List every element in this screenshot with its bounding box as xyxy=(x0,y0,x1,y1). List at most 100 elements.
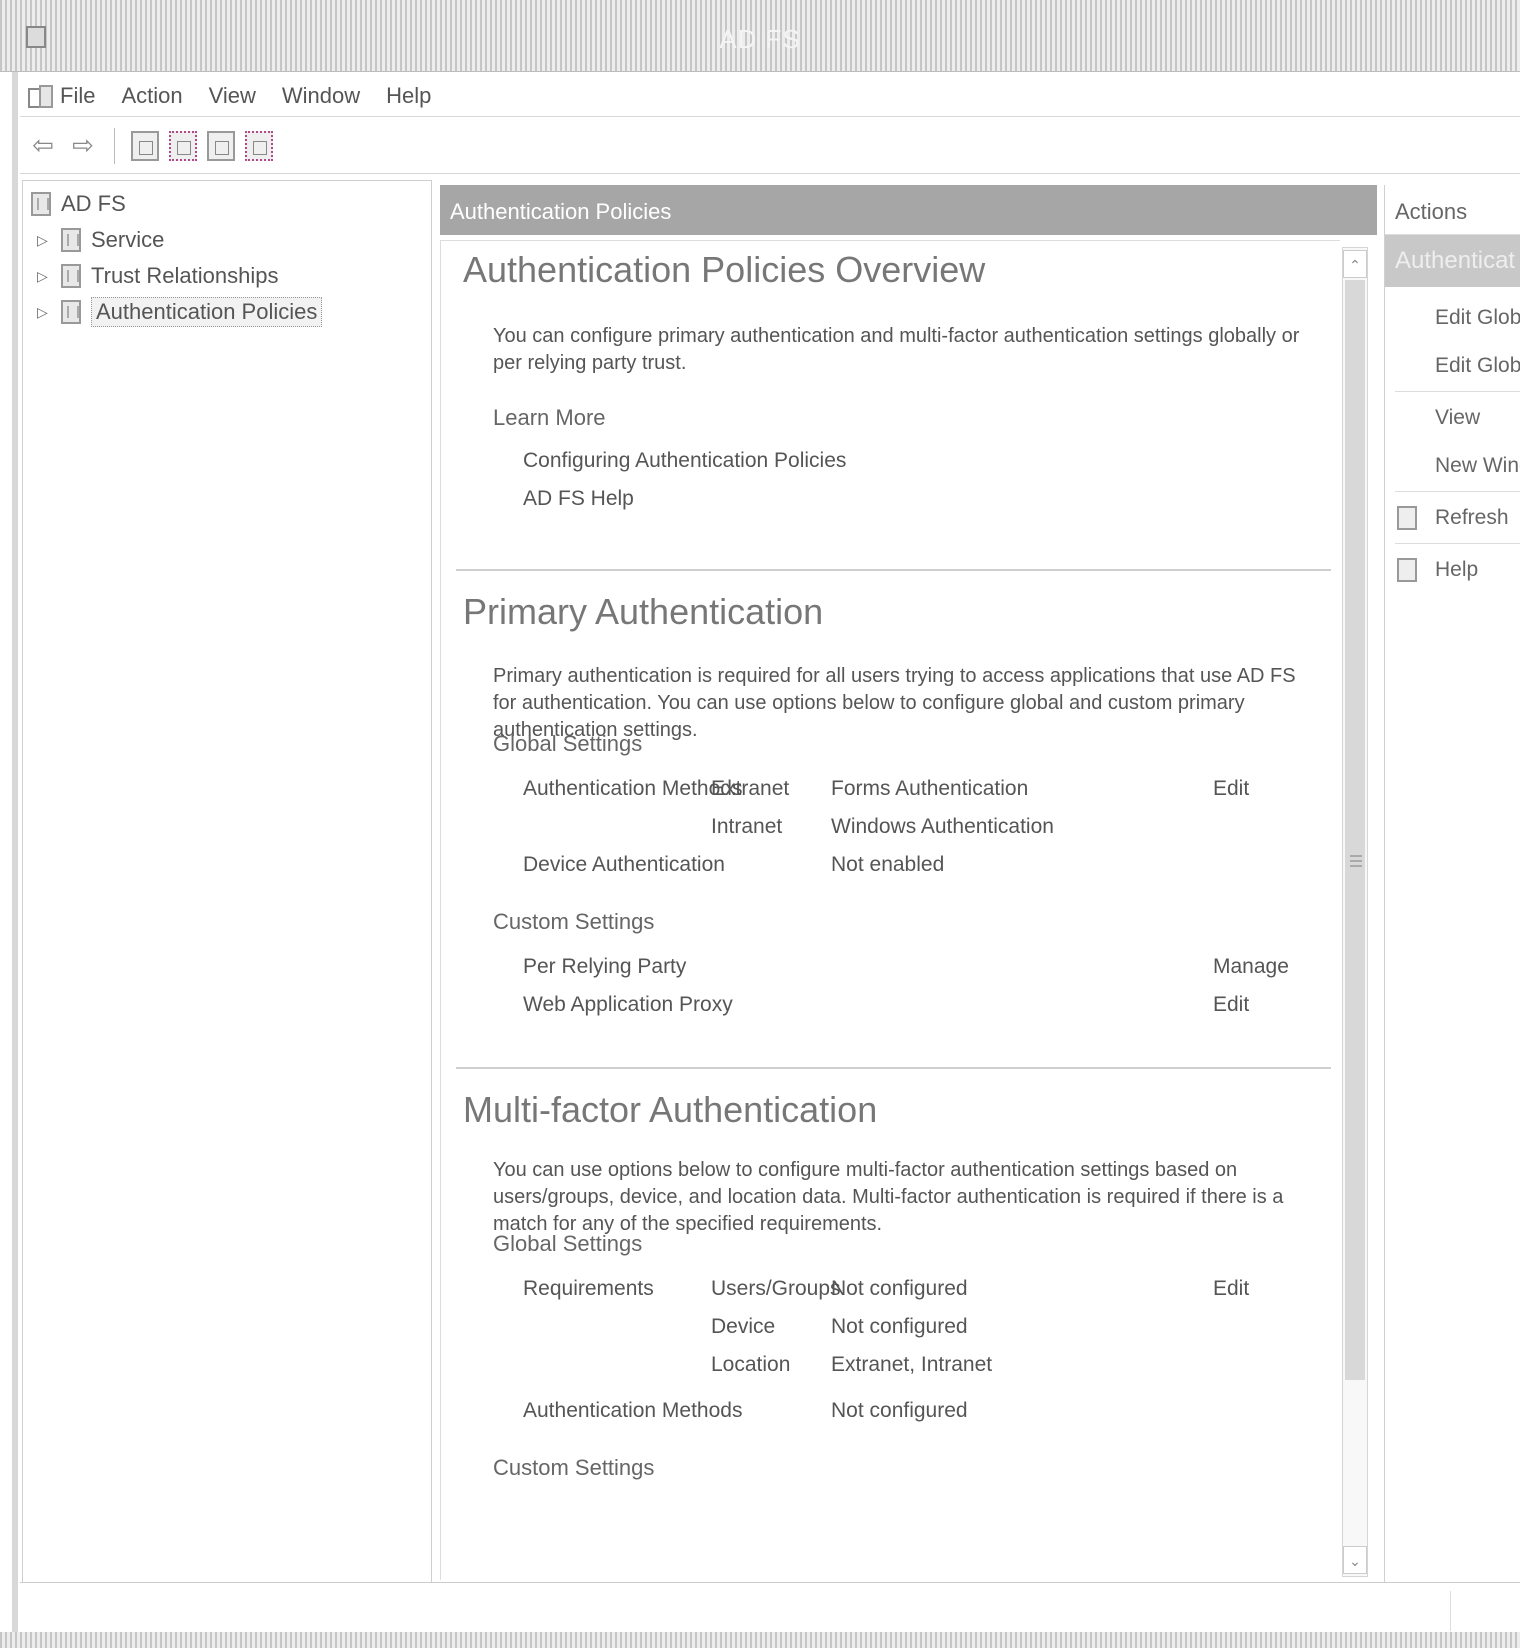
center-pane-header: Authentication Policies xyxy=(440,185,1377,235)
expand-arrow-icon[interactable]: ▷ xyxy=(37,304,51,321)
device-label: Device xyxy=(711,1315,776,1338)
action-separator xyxy=(1395,391,1520,392)
requirements-label: Requirements xyxy=(523,1277,654,1300)
action-view[interactable]: View xyxy=(1385,393,1520,443)
action-edit-global-primary[interactable]: Edit Globa xyxy=(1385,293,1520,343)
mfa-custom-settings-heading: Custom Settings xyxy=(493,1455,655,1480)
action-separator xyxy=(1395,491,1520,492)
section-divider xyxy=(456,1067,1331,1069)
primary-auth-methods-label: Authentication Methods xyxy=(523,777,743,800)
primary-global-edit-link[interactable]: Edit xyxy=(1213,777,1249,801)
show-hide-action-pane-icon[interactable] xyxy=(245,130,273,161)
menu-help[interactable]: Help xyxy=(386,83,431,109)
mfa-global-edit-link[interactable]: Edit xyxy=(1213,1277,1249,1301)
action-help[interactable]: Help xyxy=(1385,545,1520,595)
toolbar-separator xyxy=(114,127,115,164)
action-separator xyxy=(1395,543,1520,544)
tree-label: Trust Relationships xyxy=(91,263,279,288)
overview-text: You can configure primary authentication… xyxy=(493,325,1300,374)
mmc-icon[interactable] xyxy=(28,84,53,108)
menu-window[interactable]: Window xyxy=(282,83,360,109)
device-auth-label: Device Authentication xyxy=(523,853,725,876)
action-new-window[interactable]: New Wind xyxy=(1385,441,1520,491)
forward-arrow-icon[interactable]: ⇨ xyxy=(68,129,98,163)
actions-section-header[interactable]: Authenticat xyxy=(1385,235,1520,287)
status-bar xyxy=(20,1582,1520,1638)
action-refresh[interactable]: Refresh xyxy=(1385,493,1520,543)
mfa-global-settings-heading: Global Settings xyxy=(493,1231,643,1256)
overview-title: Authentication Policies Overview xyxy=(463,249,986,290)
per-relying-party-label: Per Relying Party xyxy=(523,955,687,978)
extranet-label: Extranet xyxy=(711,777,790,800)
actions-pane: Actions Authenticat Edit Globa Edit Glob… xyxy=(1384,185,1520,1582)
web-app-proxy-label: Web Application Proxy xyxy=(523,993,733,1016)
manage-relying-party-link[interactable]: Manage xyxy=(1213,955,1289,979)
expand-arrow-icon[interactable]: ▷ xyxy=(37,232,51,249)
folder-icon xyxy=(61,228,81,252)
web-app-proxy-edit-link[interactable]: Edit xyxy=(1213,993,1249,1017)
primary-custom-settings-heading: Custom Settings xyxy=(493,909,655,934)
action-label: Edit Globa xyxy=(1435,354,1520,377)
extranet-value: Forms Authentication xyxy=(831,777,1029,800)
tree-label: Service xyxy=(91,227,165,252)
scroll-up-icon[interactable]: ⌃ xyxy=(1343,250,1367,278)
actions-header: Actions xyxy=(1385,185,1520,235)
mfa-auth-methods-label: Authentication Methods xyxy=(523,1399,743,1422)
status-divider xyxy=(1450,1591,1451,1631)
tree-item-trust-relationships[interactable]: ▷ Trust Relationships xyxy=(37,263,278,289)
menu-action[interactable]: Action xyxy=(121,83,182,109)
window-title: AD FS xyxy=(719,24,801,54)
ad-fs-icon xyxy=(31,192,51,216)
primary-auth-title: Primary Authentication xyxy=(463,591,824,632)
mfa-title: Multi-factor Authentication xyxy=(463,1089,878,1130)
action-label: Refresh xyxy=(1435,506,1509,529)
scrollbar-thumb[interactable] xyxy=(1345,280,1365,1380)
scroll-grip-icon xyxy=(1350,855,1362,869)
mfa-text: You can use options below to configure m… xyxy=(493,1159,1284,1235)
refresh-icon xyxy=(1397,506,1417,530)
ad-fs-help-link[interactable]: AD FS Help xyxy=(523,487,634,511)
tree-item-service[interactable]: ▷ Service xyxy=(37,227,164,253)
device-value: Not configured xyxy=(831,1315,968,1338)
intranet-label: Intranet xyxy=(711,815,783,838)
mfa-auth-methods-value: Not configured xyxy=(831,1399,968,1422)
location-value: Extranet, Intranet xyxy=(831,1353,993,1376)
properties-icon[interactable] xyxy=(169,130,197,161)
folder-icon xyxy=(61,264,81,288)
show-hide-console-tree-icon[interactable] xyxy=(131,130,159,161)
configuring-policies-link[interactable]: Configuring Authentication Policies xyxy=(523,449,846,473)
action-label: View xyxy=(1435,406,1481,429)
scroll-down-icon[interactable]: ⌄ xyxy=(1343,1546,1367,1574)
intranet-value: Windows Authentication xyxy=(831,815,1054,838)
vertical-scrollbar[interactable]: ⌃ ⌄ xyxy=(1342,247,1368,1577)
tree-item-authentication-policies[interactable]: ▷ Authentication Policies xyxy=(37,297,323,327)
device-auth-value: Not enabled xyxy=(831,853,945,876)
menu-view[interactable]: View xyxy=(209,83,256,109)
folder-icon xyxy=(61,300,81,324)
title-bar: AD FS xyxy=(0,0,1520,72)
tree-item-ad-fs[interactable]: AD FS xyxy=(31,191,126,217)
back-arrow-icon[interactable]: ⇦ xyxy=(28,129,58,163)
location-label: Location xyxy=(711,1353,791,1376)
toolbar: ⇦ ⇨ xyxy=(20,118,1520,174)
action-label: New Wind xyxy=(1435,454,1520,477)
primary-global-settings-heading: Global Settings xyxy=(493,731,643,756)
help-icon xyxy=(1397,558,1417,582)
center-content: Authentication Policies Overview You can… xyxy=(440,240,1340,1580)
users-groups-value: Not configured xyxy=(831,1277,968,1300)
window-bottom-border xyxy=(0,1632,1520,1648)
window-border xyxy=(12,72,18,1632)
tree-label: AD FS xyxy=(61,191,126,216)
section-divider xyxy=(456,569,1331,571)
tree-label: Authentication Policies xyxy=(91,297,323,327)
expand-arrow-icon[interactable]: ▷ xyxy=(37,268,51,285)
learn-more-heading: Learn More xyxy=(493,405,606,430)
action-edit-global-mfa[interactable]: Edit Globa xyxy=(1385,341,1520,391)
action-label: Help xyxy=(1435,558,1479,581)
console-tree: AD FS ▷ Service ▷ Trust Relationships ▷ … xyxy=(22,180,432,1583)
users-groups-label: Users/Groups xyxy=(711,1277,841,1300)
menu-file[interactable]: File xyxy=(60,83,95,109)
help-icon[interactable] xyxy=(207,130,235,161)
action-label: Edit Globa xyxy=(1435,306,1520,329)
menu-bar: File Action View Window Help xyxy=(20,75,1520,117)
